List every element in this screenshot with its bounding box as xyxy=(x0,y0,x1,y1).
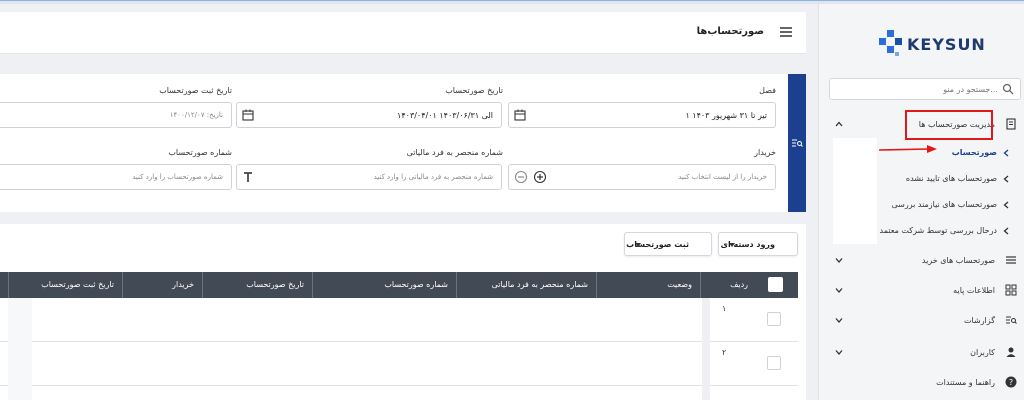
help-icon: ? xyxy=(1005,376,1017,388)
sidebar-item-label: راهنما و مستندات xyxy=(936,378,995,387)
sidebar-subitem-unapproved[interactable]: صورتحساب های تایید نشده xyxy=(819,166,1024,192)
buyer-field[interactable]: خریدار را از لیست انتخاب کنید xyxy=(508,164,776,190)
search-icon xyxy=(1002,83,1014,95)
list-icon xyxy=(1006,256,1016,264)
tax-id-field[interactable]: شماره منحصر به فرد مالیاتی را وارد کنید xyxy=(236,164,502,190)
red-arrow-icon xyxy=(878,145,937,153)
select-all-checkbox[interactable] xyxy=(768,277,783,292)
register-invoice-button[interactable]: ثبت صورتحساب xyxy=(624,232,712,256)
tax-id-placeholder: شماره منحصر به فرد مالیاتی را وارد کنید xyxy=(373,173,493,181)
caret-down-icon xyxy=(729,243,735,247)
table-row[interactable] xyxy=(0,386,798,400)
sidebar-subitem-label: صورتحساب xyxy=(951,148,997,157)
remove-circle-icon[interactable] xyxy=(514,170,528,184)
invoice-no-placeholder: شماره صورتحساب را وارد کنید xyxy=(132,173,223,181)
buyer-placeholder: خریدار را از لیست انتخاب کنید xyxy=(678,173,767,181)
chevron-left-icon xyxy=(1003,149,1009,157)
sidebar-item-reports[interactable]: گزارشات xyxy=(819,308,1024,334)
add-circle-icon[interactable] xyxy=(533,170,547,184)
text-icon xyxy=(244,172,252,182)
chevron-down-icon xyxy=(835,350,843,355)
column-header-index[interactable]: ردیف xyxy=(700,272,756,298)
page-title: صورتحساب‌ها xyxy=(696,26,764,37)
sidebar-item-label: اطلاعات پایه xyxy=(953,286,995,295)
chevron-left-icon xyxy=(1003,227,1009,235)
invoice-date-field[interactable]: ۱۴۰۳/۰۴/۰۱ الی ۱۴۰۳/۰۶/۳۱ xyxy=(236,102,502,128)
row-checkbox[interactable] xyxy=(767,312,781,326)
page-header: صورتحساب‌ها xyxy=(0,12,806,54)
chevron-down-icon xyxy=(835,258,843,263)
column-header-buyer[interactable]: خریدار xyxy=(122,272,202,298)
sidebar-item-help[interactable]: راهنما و مستندات ? xyxy=(819,370,1024,396)
season-value: ۱ تیر تا ۳۱ شهریور ۱۴۰۳ xyxy=(685,111,767,120)
sidebar-item-label: گزارشات xyxy=(964,316,995,325)
user-icon xyxy=(1006,347,1016,357)
chevron-down-icon xyxy=(835,288,843,293)
invoice-date-label: تاریخ صورتحساب xyxy=(445,86,503,95)
invoice-no-field[interactable]: شماره صورتحساب را وارد کنید xyxy=(0,164,232,190)
column-header-tax-id[interactable]: شماره منحصر به فرد مالیاتی xyxy=(456,272,596,298)
sidebar-subitem-trusted-review[interactable]: درحال بررسی توسط شرکت معتمد xyxy=(819,218,1024,244)
chevron-left-icon xyxy=(1003,201,1009,209)
bulk-import-button[interactable]: ورود دسته ای xyxy=(718,232,798,256)
sidebar-item-label: کاربران xyxy=(970,348,995,357)
column-header-status[interactable]: وضعیت xyxy=(596,272,700,298)
register-date-value: تاریخ: ۱۴۰۰/۱۲/۰۷ xyxy=(169,111,223,119)
sidebar-subitem-label: صورتحساب های تایید نشده xyxy=(905,174,997,183)
caret-down-icon xyxy=(635,243,641,247)
filter-toggle-tab[interactable] xyxy=(788,74,806,212)
season-field[interactable]: ۱ تیر تا ۳۱ شهریور ۱۴۰۳ xyxy=(508,102,776,128)
column-gap xyxy=(702,298,710,400)
search-placeholder: جستجو در منو... xyxy=(943,85,998,94)
sidebar-subitem-label: صورتحساب های نیازمند بررسی xyxy=(891,200,997,209)
sidebar-item-base-info[interactable]: اطلاعات پایه xyxy=(819,278,1024,304)
chevron-down-icon xyxy=(835,318,843,323)
highlight-box xyxy=(905,110,993,140)
chevron-up-icon xyxy=(835,121,843,127)
invoice-no-label: شماره صورتحساب xyxy=(168,148,232,157)
row-checkbox[interactable] xyxy=(767,356,781,370)
sidebar-subitem-label: درحال بررسی توسط شرکت معتمد xyxy=(879,226,998,235)
sidebar-subitem-needs-review[interactable]: صورتحساب های نیازمند بررسی xyxy=(819,192,1024,218)
invoice-date-value: ۱۴۰۳/۰۴/۰۱ الی ۱۴۰۳/۰۶/۳۱ xyxy=(397,111,493,120)
sidebar-item-users[interactable]: کاربران xyxy=(819,340,1024,366)
sidebar-item-purchase-invoices[interactable]: صورتحساب های خرید xyxy=(819,248,1024,274)
chevron-left-icon xyxy=(1003,175,1009,183)
sidebar-item-label: صورتحساب های خرید xyxy=(921,256,995,265)
table-row[interactable]: ۱ xyxy=(0,298,798,342)
column-header-register-date[interactable]: تاریخ ثبت صورتحساب xyxy=(8,272,122,298)
register-date-label: تاریخ ثبت صورتحساب xyxy=(159,86,232,95)
menu-search-input[interactable]: جستجو در منو... xyxy=(829,78,1021,100)
filter-search-icon xyxy=(792,139,803,147)
season-label: فصل xyxy=(759,86,776,95)
calendar-icon xyxy=(514,109,526,121)
grid-icon xyxy=(1005,284,1017,296)
table-header: ردیف وضعیت شماره منحصر به فرد مالیاتی شم… xyxy=(0,272,798,298)
logo: KEYSUN xyxy=(875,26,985,66)
row-index: ۲ xyxy=(722,348,727,357)
table-row[interactable]: ۲ xyxy=(0,342,798,386)
buyer-label: خریدار xyxy=(754,148,776,157)
register-date-field[interactable]: تاریخ: ۱۴۰۰/۱۲/۰۷ xyxy=(0,102,232,128)
sidebar: KEYSUN جستجو در منو... مدیریت صورتحساب ه… xyxy=(818,4,1024,400)
column-header-invoice-no[interactable]: شماره صورتحساب xyxy=(312,272,456,298)
hamburger-icon[interactable] xyxy=(780,27,792,37)
filter-panel: فصل ۱ تیر تا ۳۱ شهریور ۱۴۰۳ تاریخ صورتحس… xyxy=(0,74,806,212)
report-search-icon xyxy=(1006,316,1017,324)
column-gap xyxy=(8,298,32,400)
calendar-icon xyxy=(242,109,254,121)
svg-text:?: ? xyxy=(1009,378,1013,387)
invoice-icon xyxy=(1006,118,1016,130)
row-index: ۱ xyxy=(722,304,727,313)
logo-text: KEYSUN xyxy=(907,35,986,54)
column-header-invoice-date[interactable]: تاریخ صورتحساب xyxy=(202,272,312,298)
tax-id-label: شماره منحصر به فرد مالیاتی xyxy=(406,148,503,157)
